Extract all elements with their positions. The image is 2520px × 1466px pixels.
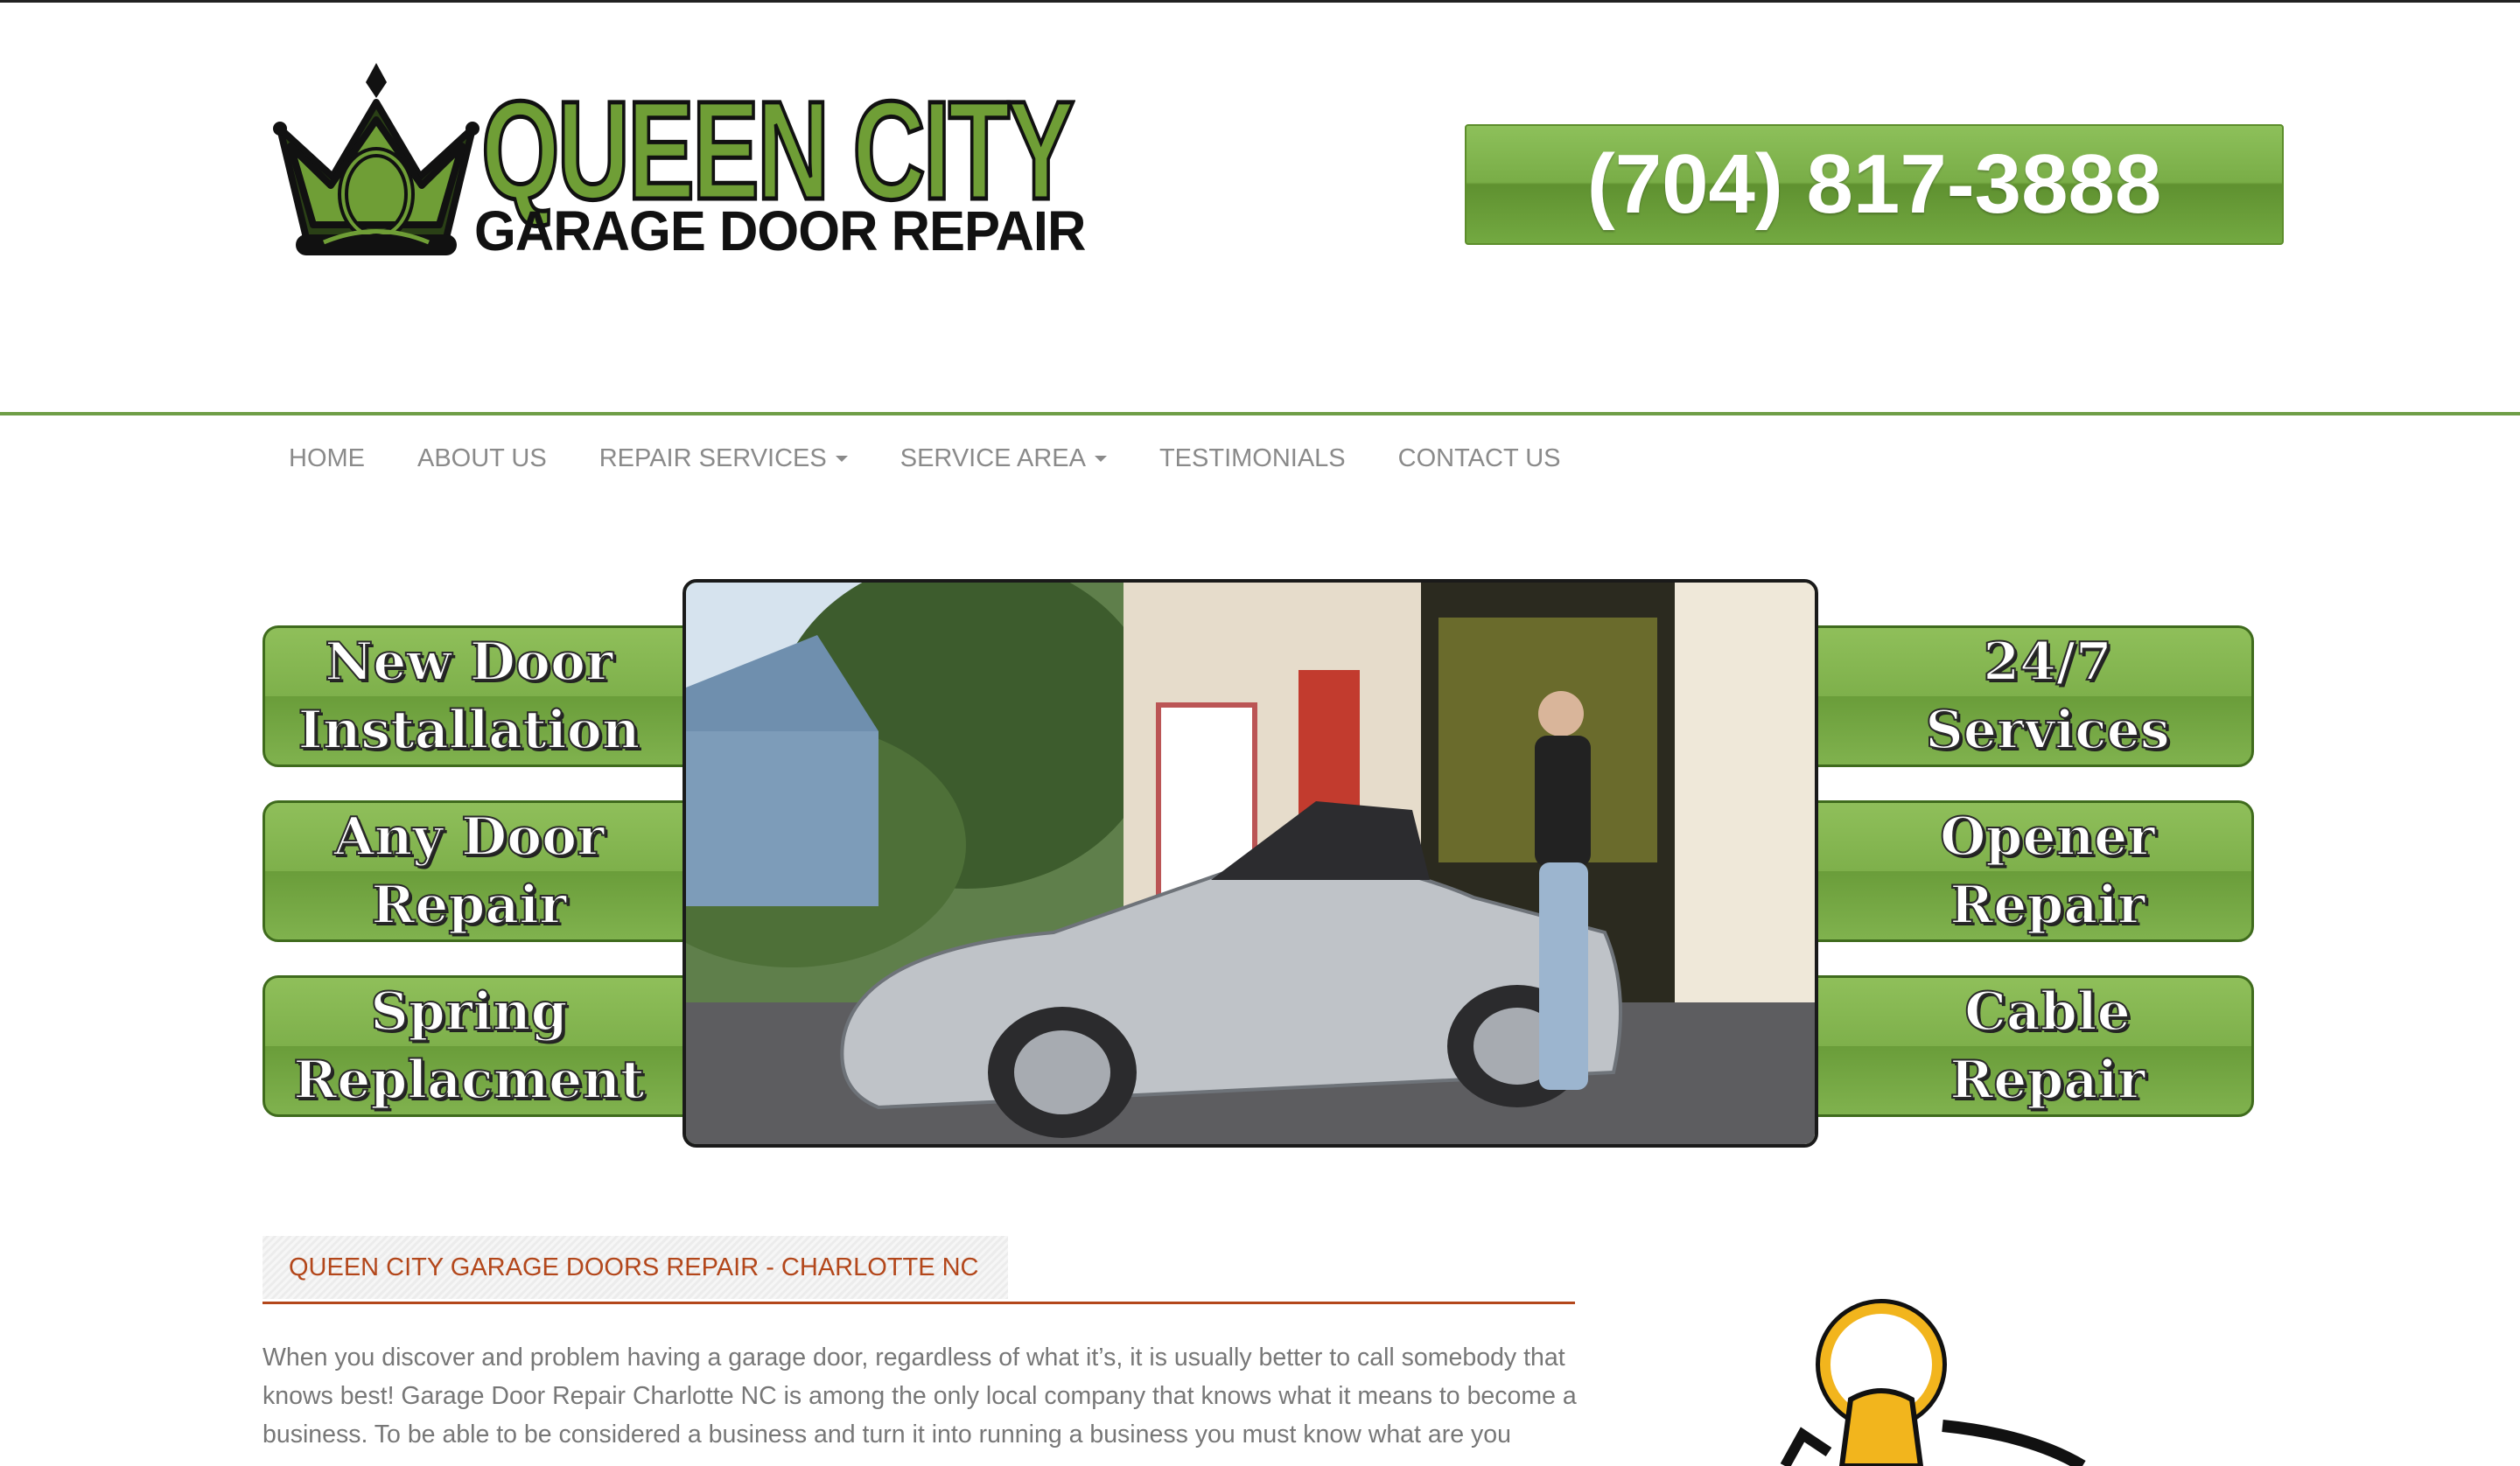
service-label: Cable Repair <box>1949 981 2146 1112</box>
section-heading-rule <box>262 1302 1575 1304</box>
section-heading: QUEEN CITY GARAGE DOORS REPAIR - CHARLOT… <box>262 1236 1008 1299</box>
service-label: New Door Installation <box>298 631 641 762</box>
hero-photo <box>682 579 1818 1148</box>
nav-home[interactable]: HOME <box>262 444 391 473</box>
intro-paragraph: When you discover and problem having a g… <box>262 1344 1577 1449</box>
service-label: Opener Repair <box>1939 806 2156 937</box>
caret-down-icon <box>835 455 848 462</box>
top-border <box>0 0 2520 3</box>
nav-divider <box>0 412 2520 415</box>
caret-down-icon <box>1094 455 1107 462</box>
service-opener-repair[interactable]: Opener Repair <box>1799 800 2254 942</box>
garage-car-image <box>686 583 1815 1144</box>
main-nav: HOME ABOUT US REPAIR SERVICES SERVICE AR… <box>262 437 1586 479</box>
service-spring-replacement[interactable]: Spring Replacment <box>262 975 718 1117</box>
service-cable-repair[interactable]: Cable Repair <box>1799 975 2254 1117</box>
nav-contact-label: CONTACT US <box>1397 443 1561 472</box>
nav-about-label: ABOUT US <box>417 443 547 472</box>
nav-repair-label: REPAIR SERVICES <box>598 443 827 472</box>
service-label: Spring Replacment <box>292 981 645 1112</box>
nav-contact-us[interactable]: CONTACT US <box>1372 444 1587 473</box>
service-new-door-installation[interactable]: New Door Installation <box>262 625 718 767</box>
phone-number: (704) 817-3888 <box>1586 137 2162 231</box>
nav-home-label: HOME <box>289 443 365 472</box>
nav-repair-services[interactable]: REPAIR SERVICES <box>573 444 874 473</box>
site-logo[interactable]: QUEEN CITY GARAGE DOOR REPAIR <box>271 63 1086 273</box>
service-24-7[interactable]: 24/7 Services <box>1799 625 2254 767</box>
nav-service-area[interactable]: SERVICE AREA <box>874 444 1133 473</box>
nav-testimonials-label: TESTIMONIALS <box>1158 443 1346 472</box>
nav-about-us[interactable]: ABOUT US <box>391 444 573 473</box>
service-any-door-repair[interactable]: Any Door Repair <box>262 800 718 942</box>
service-label: 24/7 Services <box>1924 631 2170 762</box>
logo-subtitle: GARAGE DOOR REPAIR <box>474 199 1086 262</box>
phone-banner[interactable]: (704) 817-3888 <box>1465 124 2284 245</box>
nav-area-label: SERVICE AREA <box>900 443 1086 472</box>
service-label: Any Door Repair <box>332 806 606 937</box>
stopwatch-icon <box>1768 1295 2118 1466</box>
nav-testimonials[interactable]: TESTIMONIALS <box>1133 444 1372 473</box>
